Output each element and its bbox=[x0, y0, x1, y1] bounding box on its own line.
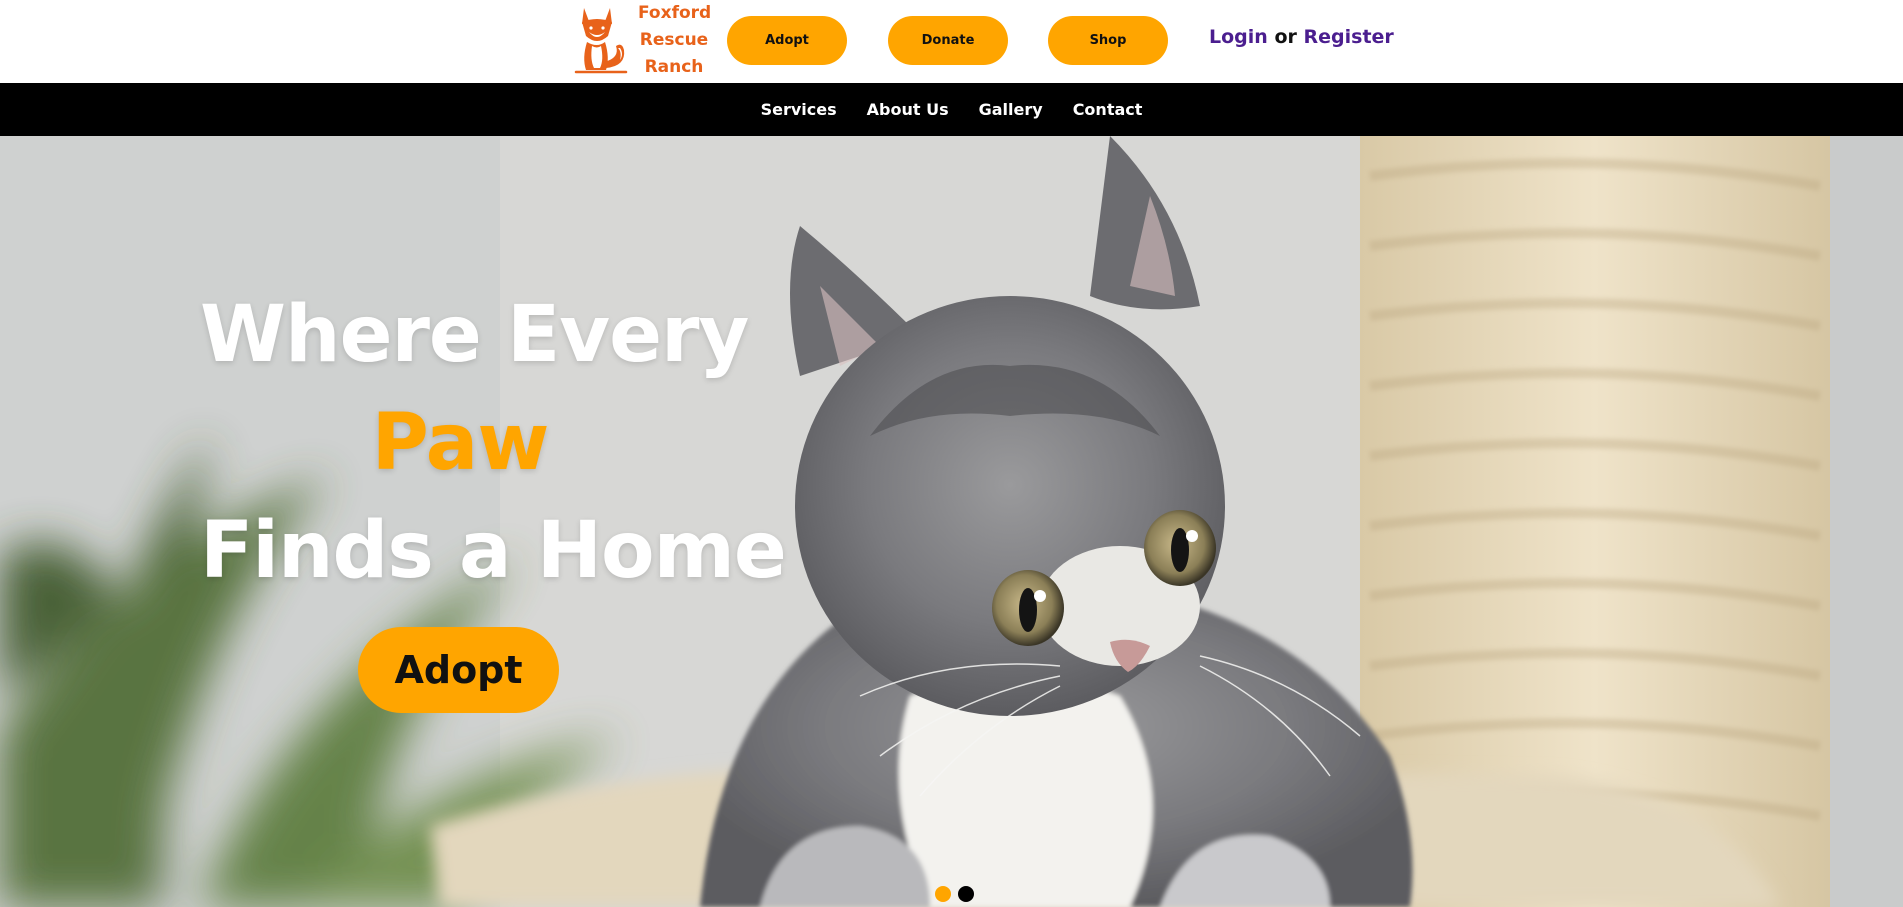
auth-links: Login or Register bbox=[1209, 26, 1394, 48]
hero-adopt-button[interactable]: Adopt bbox=[358, 627, 559, 713]
login-link[interactable]: Login bbox=[1209, 26, 1268, 48]
nav-item-contact[interactable]: Contact bbox=[1073, 100, 1143, 119]
header-shop-button[interactable]: Shop bbox=[1048, 16, 1168, 65]
hero-headline-line-1: Where Every bbox=[200, 290, 749, 380]
carousel-dot-1[interactable] bbox=[935, 886, 951, 902]
hero-headline-line-3: Finds a Home bbox=[200, 506, 787, 596]
carousel-dots bbox=[935, 886, 974, 902]
brand-name-line: Foxford bbox=[638, 2, 712, 23]
nav-item-gallery[interactable]: Gallery bbox=[979, 100, 1043, 119]
nav-item-services[interactable]: Services bbox=[761, 100, 837, 119]
brand-home-link[interactable]: Foxford Rescue Ranch bbox=[570, 0, 712, 81]
fox-logo-icon bbox=[574, 8, 628, 74]
header-adopt-button[interactable]: Adopt bbox=[727, 16, 847, 65]
brand-name: Foxford Rescue Ranch bbox=[638, 0, 712, 81]
hero-banner: Where Every Paw Finds a Home Adopt bbox=[0, 136, 1903, 907]
brand-name-line: Ranch bbox=[644, 56, 704, 77]
hero-headline-line-2: Paw bbox=[371, 398, 550, 488]
site-header: Foxford Rescue Ranch Adopt Donate Shop L… bbox=[0, 0, 1903, 83]
header-donate-button[interactable]: Donate bbox=[888, 16, 1008, 65]
brand-name-line: Rescue bbox=[639, 29, 709, 50]
carousel-dot-2[interactable] bbox=[958, 886, 974, 902]
nav-item-about-us[interactable]: About Us bbox=[867, 100, 949, 119]
auth-separator: or bbox=[1274, 26, 1297, 48]
register-link[interactable]: Register bbox=[1304, 26, 1394, 48]
hero-headline: Where Every Paw Finds a Home bbox=[200, 281, 787, 605]
main-nav: Services About Us Gallery Contact bbox=[0, 83, 1903, 136]
